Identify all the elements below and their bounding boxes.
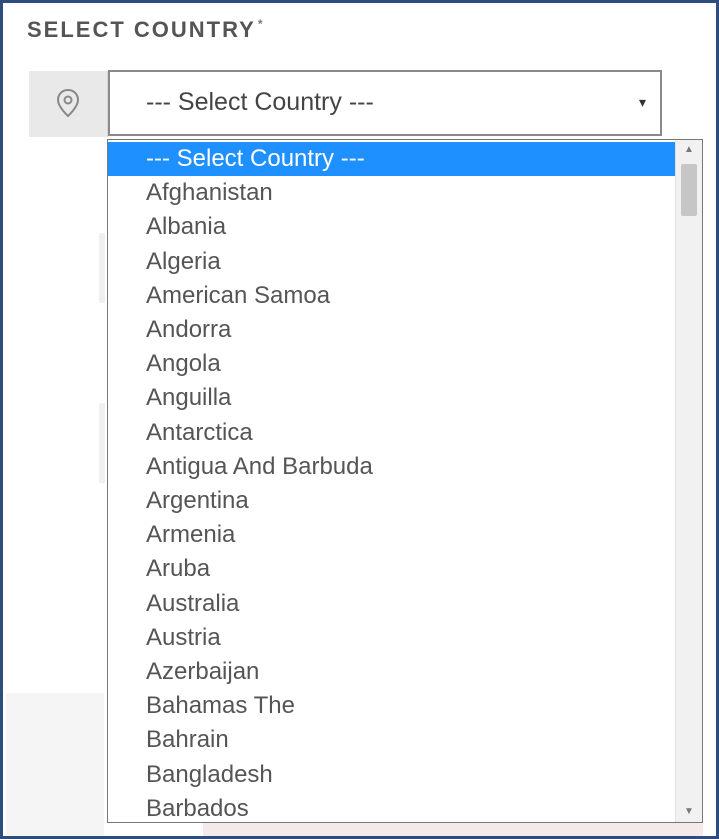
dropdown-option[interactable]: Austria xyxy=(108,621,675,655)
chevron-down-icon[interactable]: ▾ xyxy=(639,94,646,111)
scroll-down-icon[interactable]: ▼ xyxy=(676,802,702,822)
select-country-label: SELECT COUNTRY * xyxy=(27,17,265,43)
dropdown-option[interactable]: Barbados xyxy=(108,792,675,822)
select-current-value: --- Select Country --- xyxy=(146,88,374,116)
dropdown-option[interactable]: Bangladesh xyxy=(108,758,675,792)
map-pin-icon xyxy=(56,88,80,118)
dropdown-option[interactable]: American Samoa xyxy=(108,279,675,313)
dropdown-option[interactable]: Armenia xyxy=(108,518,675,552)
dropdown-option[interactable]: Angola xyxy=(108,347,675,381)
dropdown-option[interactable]: Algeria xyxy=(108,245,675,279)
dropdown-option[interactable]: Antigua And Barbuda xyxy=(108,450,675,484)
dropdown-option[interactable]: Bahrain xyxy=(108,723,675,757)
dropdown-option-selected[interactable]: --- Select Country --- xyxy=(108,142,675,176)
dropdown-option[interactable]: Albania xyxy=(108,210,675,244)
screenshot-frame: SELECT COUNTRY * --- Select Country --- ▾… xyxy=(0,0,719,839)
dropdown-option[interactable]: Anguilla xyxy=(108,381,675,415)
dropdown-option[interactable]: Azerbaijan xyxy=(108,655,675,689)
dropdown-option[interactable]: Aruba xyxy=(108,552,675,586)
background-field-edge xyxy=(99,403,105,483)
label-text: SELECT COUNTRY xyxy=(27,17,256,42)
required-mark: * xyxy=(257,17,265,31)
input-addon xyxy=(29,71,108,137)
dropdown-option[interactable]: Australia xyxy=(108,587,675,621)
dropdown-option[interactable]: Bahamas The xyxy=(108,689,675,723)
country-select[interactable]: --- Select Country --- ▾ xyxy=(108,70,662,136)
scrollbar-thumb[interactable] xyxy=(681,164,697,216)
country-dropdown-list[interactable]: Barbados Bangladesh Bahrain Bahamas The Azer… xyxy=(107,139,703,823)
background-panel xyxy=(6,693,104,836)
dropdown-option[interactable]: Antarctica xyxy=(108,416,675,450)
background-field-edge xyxy=(99,233,105,303)
dropdown-option[interactable]: Andorra xyxy=(108,313,675,347)
dropdown-scrollbar[interactable]: ▲ ▼ xyxy=(675,140,702,822)
scroll-up-icon[interactable]: ▲ xyxy=(676,140,702,160)
dropdown-option[interactable]: Afghanistan xyxy=(108,176,675,210)
dropdown-option[interactable]: Argentina xyxy=(108,484,675,518)
